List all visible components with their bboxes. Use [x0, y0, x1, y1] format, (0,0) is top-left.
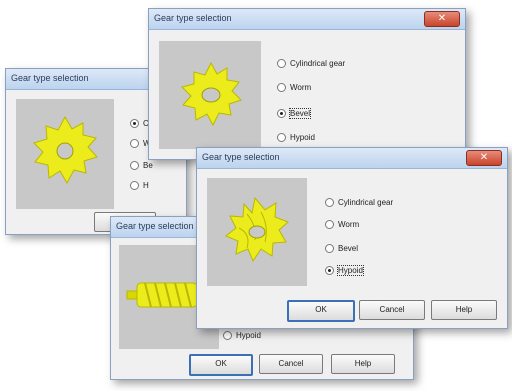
title-bar[interactable]: Gear type selection ✕ — [197, 148, 507, 169]
radio-hypoid[interactable]: H — [130, 179, 149, 191]
ok-button[interactable]: OK — [287, 300, 355, 322]
gear-preview-panel — [16, 99, 114, 209]
radio-dot — [277, 82, 286, 92]
radio-cylindrical[interactable]: Cylindrical gear — [325, 196, 393, 208]
cylindrical-gear-icon — [33, 115, 98, 185]
gear-preview-panel — [159, 41, 261, 149]
radio-label: Bevel — [338, 243, 359, 253]
cancel-button[interactable]: Cancel — [359, 300, 425, 320]
radio-hypoid[interactable]: Hypoid — [223, 329, 261, 341]
radio-dot — [325, 243, 334, 253]
radio-label: Be — [143, 160, 153, 170]
radio-dot — [130, 118, 139, 128]
radio-dot — [277, 132, 286, 142]
radio-hypoid[interactable]: Hypoid — [325, 264, 364, 276]
radio-dot — [277, 58, 286, 68]
gear-dialog-bevel: Gear type selection ✕ Cylindrical gear W… — [148, 8, 466, 160]
radio-dot — [130, 138, 139, 148]
dialog-title: Gear type selection — [116, 221, 194, 231]
radio-dot — [277, 108, 286, 118]
close-button[interactable]: ✕ — [466, 150, 502, 166]
gear-preview-panel — [207, 178, 307, 286]
radio-dot — [130, 180, 139, 190]
close-button[interactable]: ✕ — [424, 11, 460, 27]
radio-dot — [223, 330, 232, 340]
radio-label: Worm — [338, 219, 360, 229]
help-button[interactable]: Help — [431, 300, 497, 320]
radio-dot — [325, 219, 334, 229]
radio-bevel[interactable]: Be — [130, 159, 153, 171]
dialog-title: Gear type selection — [202, 152, 280, 162]
radio-worm[interactable]: Worm — [277, 81, 311, 93]
hypoid-gear-icon — [225, 196, 289, 263]
radio-dot — [130, 160, 139, 170]
gear-dialog-hypoid: Gear type selection ✕ Cylindrical gear W… — [196, 147, 508, 329]
help-button[interactable]: Help — [331, 354, 395, 374]
radio-label: Hypoid — [337, 264, 364, 276]
radio-bevel[interactable]: Bevel — [325, 242, 358, 254]
radio-hypoid[interactable]: Hypoid — [277, 131, 315, 143]
bevel-gear-icon — [181, 61, 242, 127]
radio-label: Hypoid — [290, 132, 315, 142]
radio-label: Hypoid — [236, 330, 261, 340]
radio-label: H — [143, 180, 149, 190]
radio-label: Bevel — [288, 107, 312, 119]
radio-label: Worm — [290, 82, 312, 92]
dialog-title: Gear type selection — [154, 13, 232, 23]
ok-button[interactable]: OK — [189, 354, 253, 376]
radio-label: Cylindrical gear — [338, 197, 394, 207]
radio-worm[interactable]: Worm — [325, 218, 359, 230]
radio-bevel[interactable]: Bevel — [277, 107, 312, 119]
radio-label: Cylindrical gear — [290, 58, 346, 68]
radio-dot — [325, 265, 334, 275]
dialog-title: Gear type selection — [11, 73, 89, 83]
cancel-button[interactable]: Cancel — [259, 354, 323, 374]
radio-dot — [325, 197, 334, 207]
title-bar[interactable]: Gear type selection ✕ — [149, 9, 465, 30]
radio-cylindrical[interactable]: Cylindrical gear — [277, 57, 345, 69]
